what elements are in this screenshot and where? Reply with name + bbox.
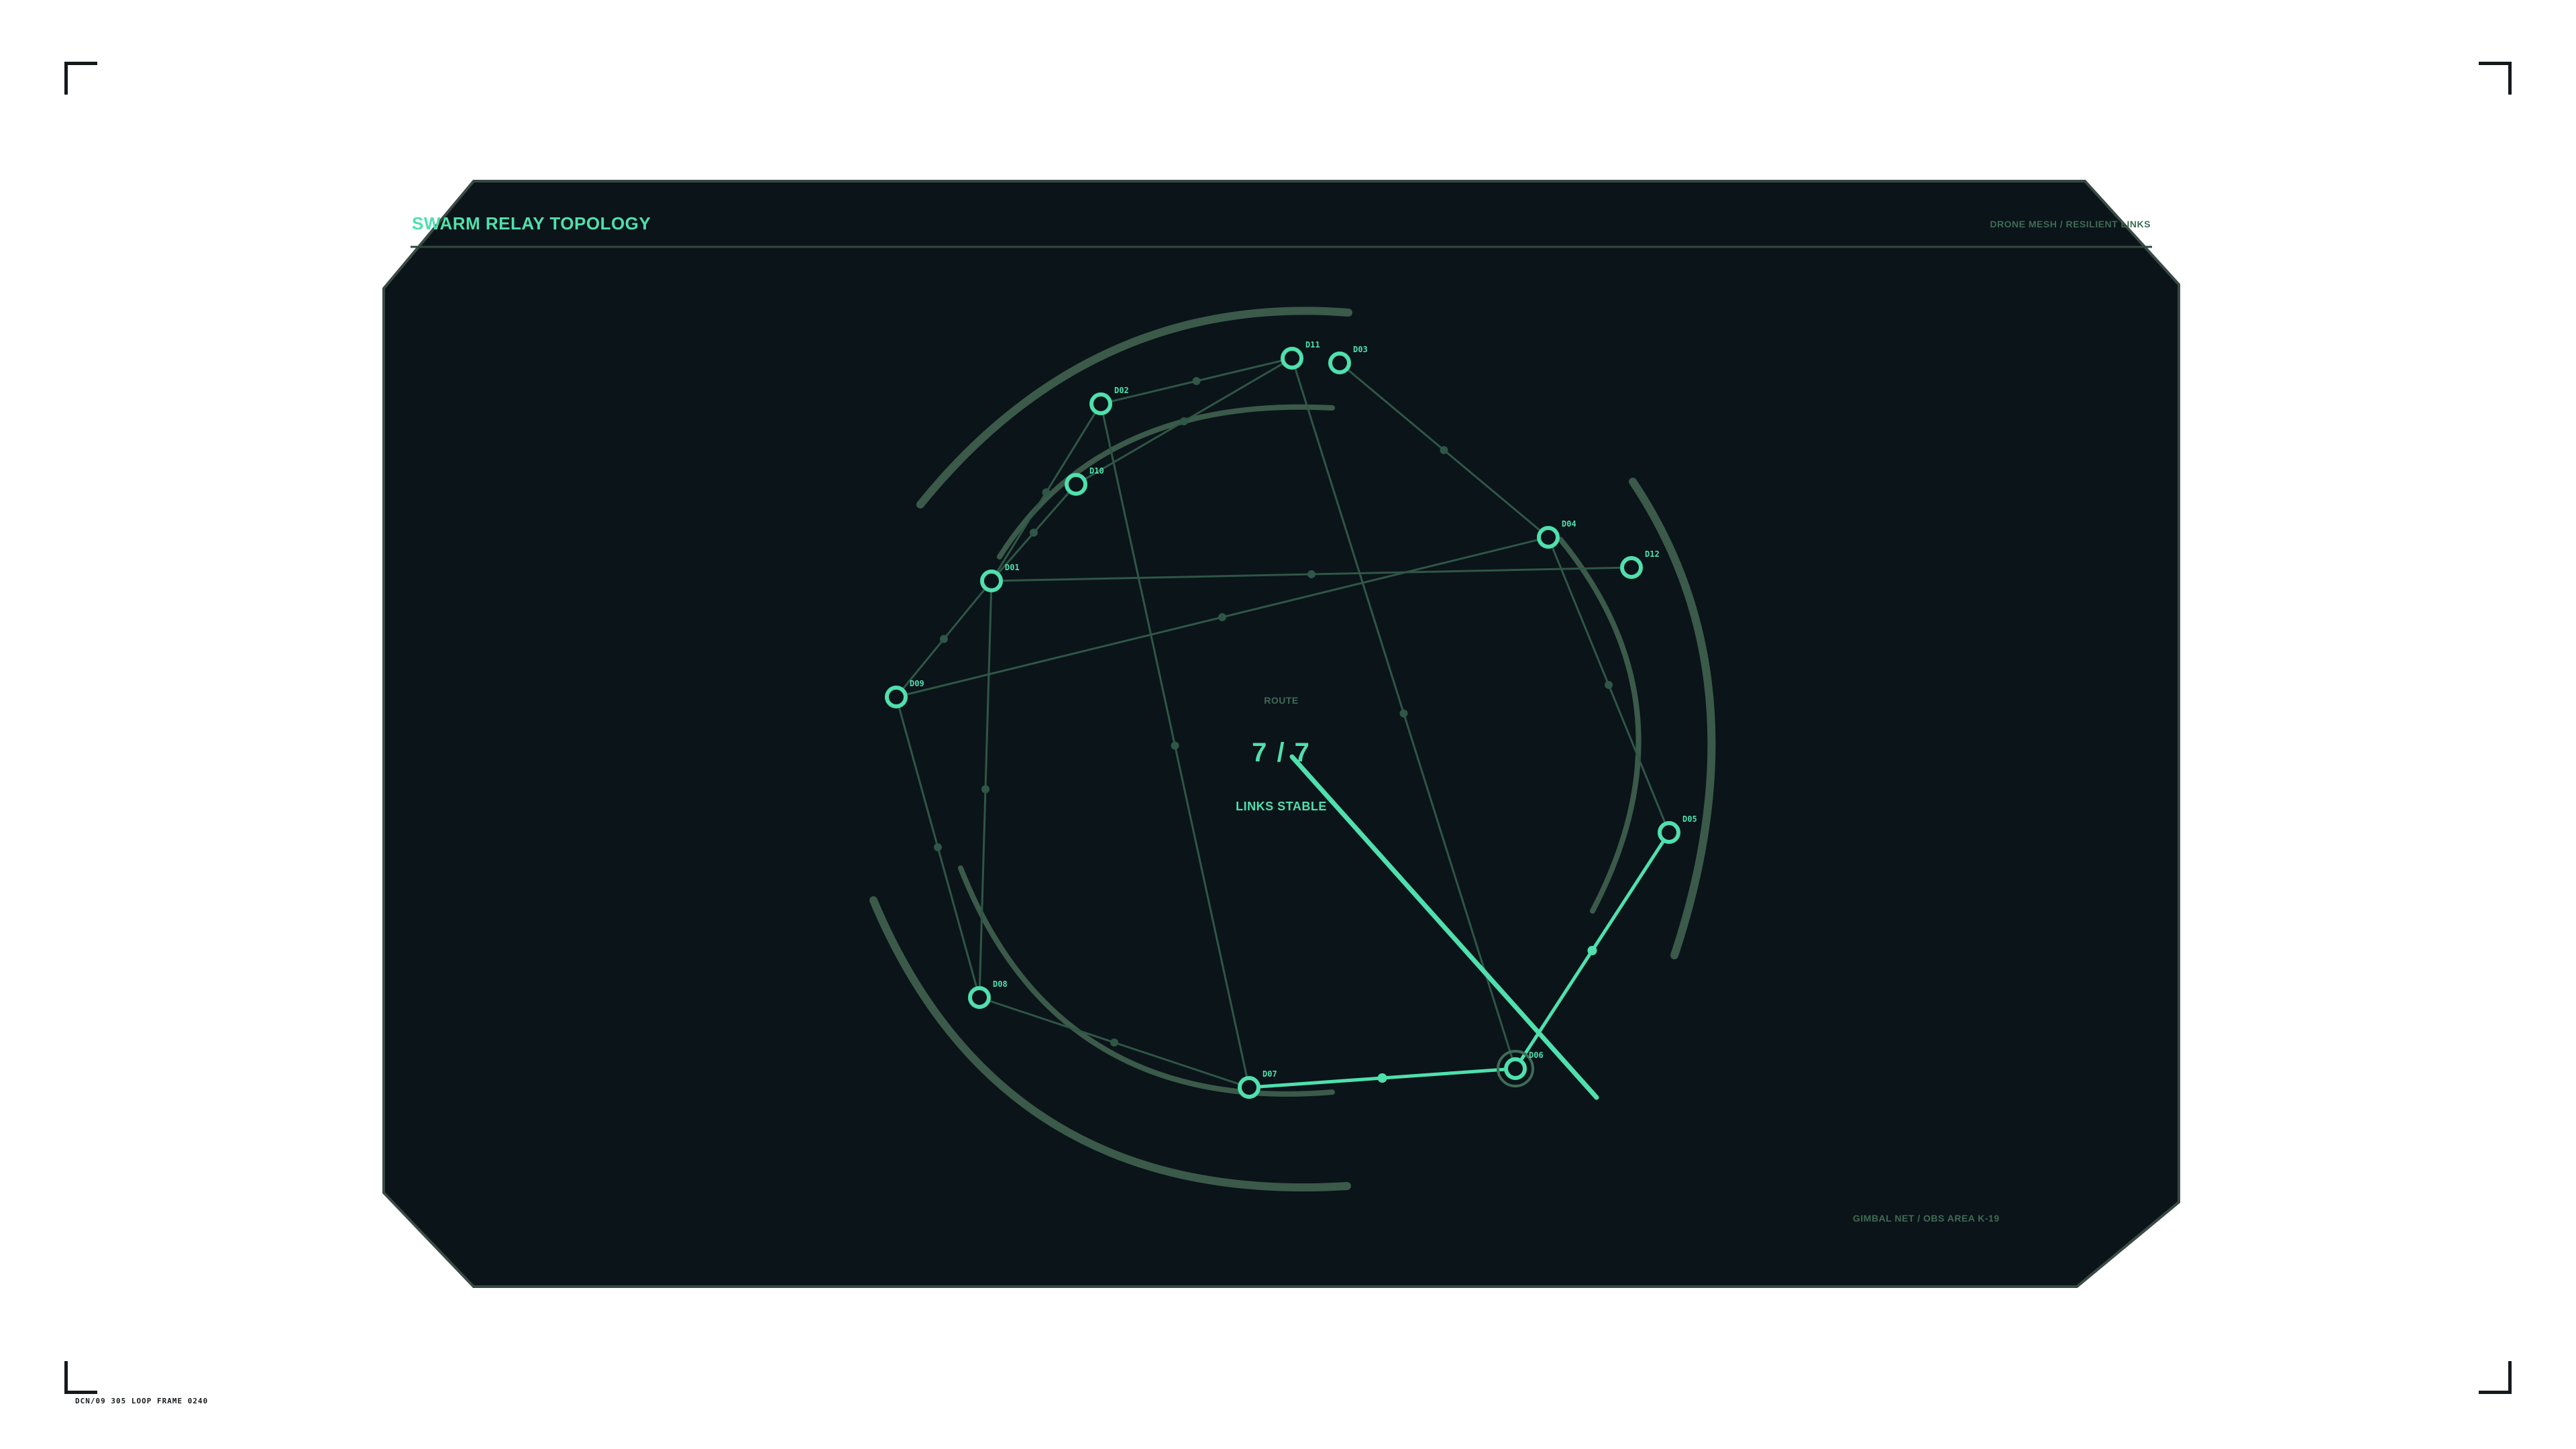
- node-label: D04: [1562, 519, 1576, 529]
- panel-subtitle: DRONE MESH / RESILIENT LINKS: [1990, 219, 2151, 229]
- link-midpoint: [1399, 709, 1408, 718]
- node-marker: [1620, 556, 1643, 579]
- node-label: D03: [1353, 345, 1368, 354]
- node-marker: [1328, 352, 1351, 374]
- panel-title: SWARM RELAY TOPOLOGY: [412, 213, 651, 233]
- link-midpoint: [1192, 377, 1201, 385]
- link-midpoint: [1110, 1038, 1118, 1046]
- node-marker: [1537, 526, 1560, 549]
- node-marker: [1238, 1076, 1260, 1099]
- node-marker: [1504, 1057, 1527, 1080]
- link-status: LINKS STABLE: [1236, 800, 1327, 813]
- node-label: D10: [1089, 466, 1104, 476]
- node-label: D12: [1645, 549, 1660, 559]
- link-midpoint: [1440, 446, 1448, 454]
- route-count: 7 / 7: [1252, 738, 1311, 767]
- link-midpoint: [1042, 488, 1051, 496]
- frame-code: DCN/09 305 LOOP FRAME 0240: [75, 1397, 209, 1405]
- link-midpoint: [981, 785, 989, 794]
- panel-footer-caption: GIMBAL NET / OBS AREA K-19: [1853, 1213, 2000, 1224]
- corner-mark-bottom-right: [2479, 1361, 2512, 1394]
- link-midpoint: [934, 843, 942, 851]
- link-midpoint: [1605, 681, 1613, 689]
- node-marker: [885, 686, 908, 708]
- node-label: D06: [1529, 1051, 1544, 1060]
- topology-panel: D01 D02 D03 D04 D05 D06 D07 D08 D09 D10 D11 D12: [382, 180, 2180, 1288]
- node-label: D01: [1005, 563, 1020, 572]
- route-label: ROUTE: [1264, 695, 1299, 706]
- link-midpoint: [1171, 741, 1179, 750]
- node-label: D11: [1305, 340, 1320, 350]
- active-link-midpoint: [1377, 1073, 1387, 1083]
- node-marker: [980, 570, 1003, 592]
- link-midpoint: [1307, 570, 1316, 578]
- node-marker: [1281, 347, 1303, 370]
- panel-frame: [382, 180, 2180, 1288]
- node-label: D07: [1263, 1069, 1277, 1079]
- corner-mark-top-left: [64, 62, 97, 95]
- active-link-midpoint: [1587, 946, 1597, 955]
- node-marker: [1065, 473, 1087, 496]
- node-marker: [968, 986, 991, 1009]
- node-marker: [1658, 821, 1680, 844]
- corner-mark-bottom-left: [64, 1361, 97, 1394]
- link-midpoint: [1180, 417, 1188, 425]
- node-label: D08: [993, 979, 1008, 989]
- node-label: D09: [910, 679, 924, 688]
- corner-mark-top-right: [2479, 62, 2512, 95]
- link-midpoint: [1030, 529, 1038, 537]
- node-marker: [1089, 392, 1112, 415]
- link-midpoint: [940, 635, 948, 643]
- node-label: D05: [1682, 814, 1697, 824]
- node-label: D02: [1114, 386, 1129, 395]
- link-midpoint: [1218, 613, 1226, 621]
